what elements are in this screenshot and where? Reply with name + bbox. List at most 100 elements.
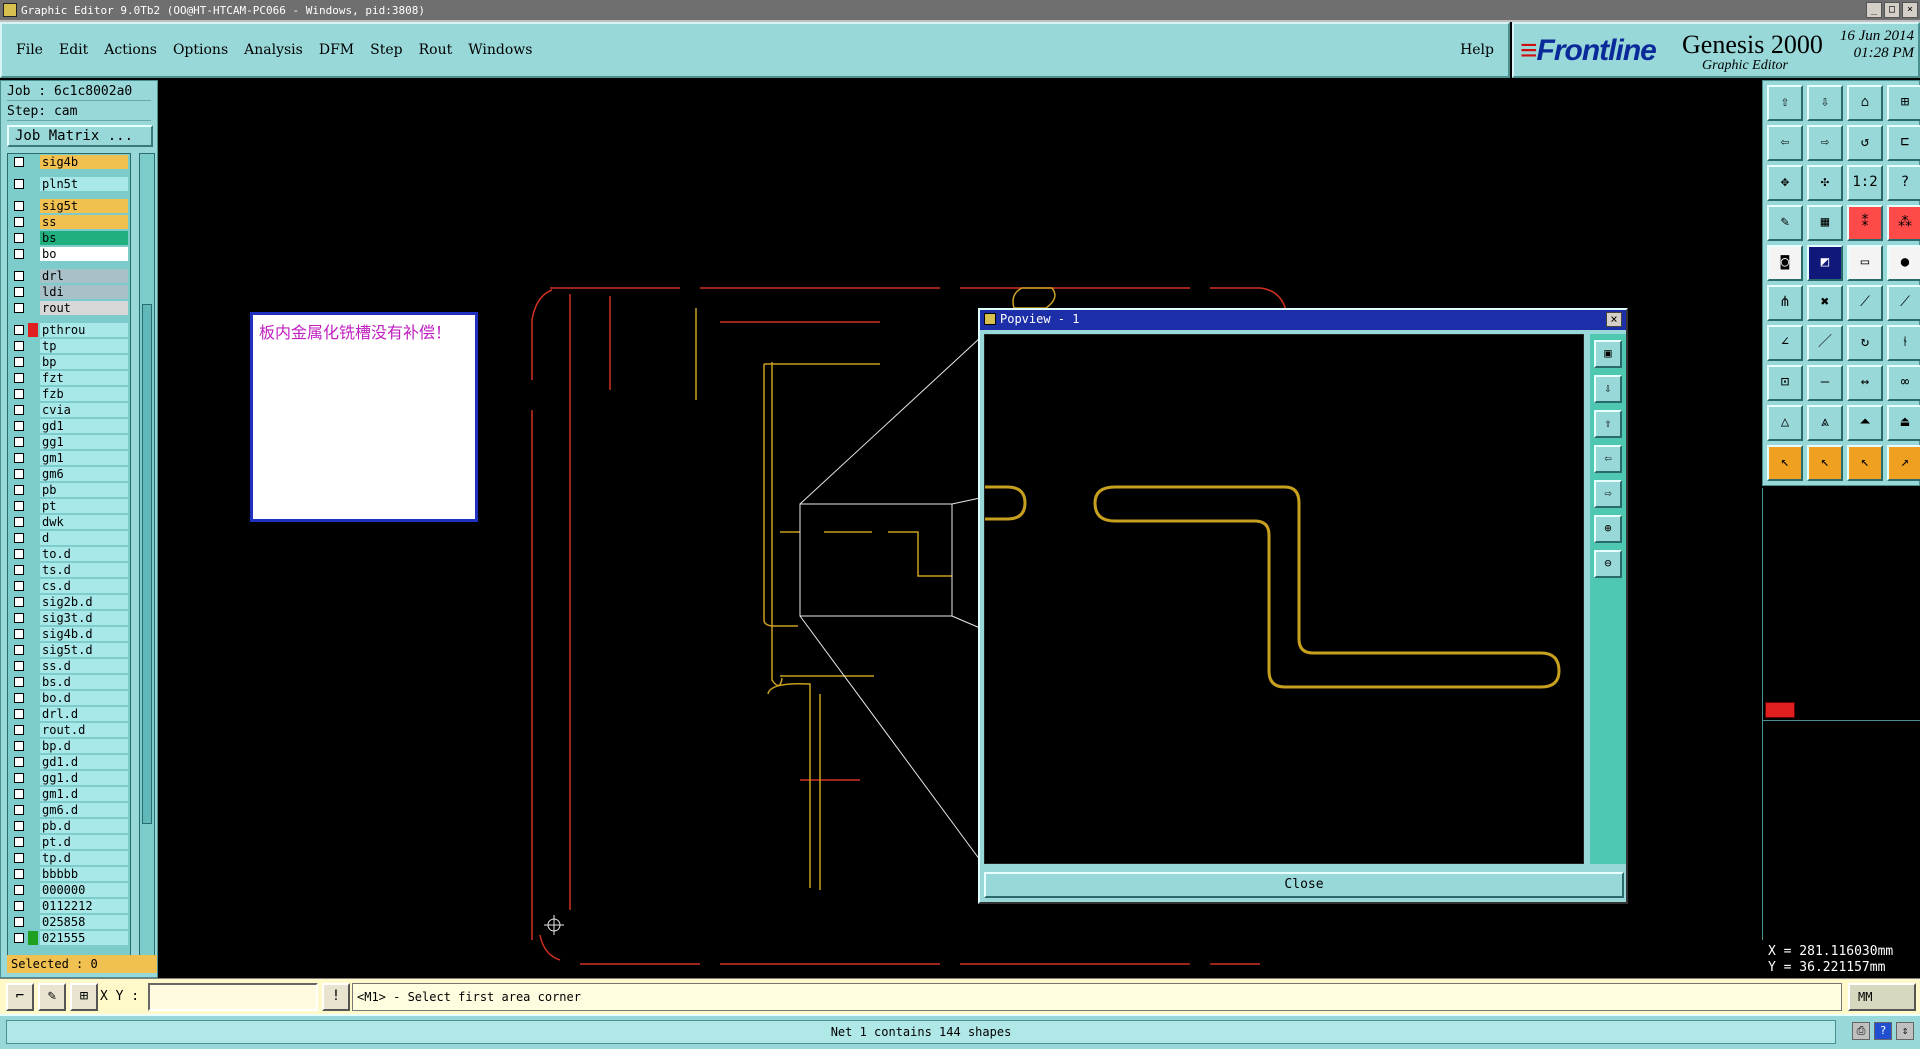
layer-list-scrollbar[interactable] bbox=[139, 153, 155, 961]
layer-name[interactable]: bbbbb bbox=[40, 867, 128, 881]
layer-row[interactable]: bs bbox=[8, 230, 130, 246]
layer-row[interactable]: pb.d bbox=[8, 818, 130, 834]
menu-file[interactable]: File bbox=[16, 42, 43, 58]
layer-row[interactable]: pt bbox=[8, 498, 130, 514]
layer-color-swatch[interactable] bbox=[28, 531, 38, 545]
layer-name[interactable]: gm1.d bbox=[40, 787, 128, 801]
layer-color-swatch[interactable] bbox=[28, 755, 38, 769]
layer-row[interactable]: sig3t.d bbox=[8, 610, 130, 626]
net-icon[interactable]: ⁑ bbox=[1847, 205, 1883, 241]
layer-color-swatch[interactable] bbox=[28, 883, 38, 897]
red-marker-icon[interactable] bbox=[1765, 702, 1795, 718]
draw-mode-icon[interactable]: ⌐ bbox=[6, 983, 34, 1011]
layer-color-swatch[interactable] bbox=[28, 915, 38, 929]
ratio-icon[interactable]: 1:2 bbox=[1847, 165, 1883, 201]
maximize-icon[interactable]: □ bbox=[1884, 2, 1900, 18]
layer-row[interactable]: ss.d bbox=[8, 658, 130, 674]
layer-row[interactable]: sig4b.d bbox=[8, 626, 130, 642]
layer-row[interactable]: rout bbox=[8, 300, 130, 316]
layer-checkbox[interactable] bbox=[14, 287, 24, 297]
layer-checkbox[interactable] bbox=[14, 757, 24, 767]
layer-checkbox[interactable] bbox=[14, 157, 24, 167]
layer-checkbox[interactable] bbox=[14, 437, 24, 447]
layer-checkbox[interactable] bbox=[14, 693, 24, 703]
layer-row[interactable]: ts.d bbox=[8, 562, 130, 578]
layer-checkbox[interactable] bbox=[14, 233, 24, 243]
layer-row[interactable]: ldi bbox=[8, 284, 130, 300]
record-icon[interactable]: ● bbox=[1887, 245, 1920, 281]
job-matrix-button[interactable]: Job Matrix ... bbox=[7, 125, 153, 147]
layer-name[interactable]: 0112212 bbox=[40, 899, 128, 913]
grid-snap-icon[interactable]: ⊞ bbox=[70, 983, 98, 1011]
layer-row[interactable]: sig5t bbox=[8, 198, 130, 214]
layer-checkbox[interactable] bbox=[14, 469, 24, 479]
pointer-select-icon[interactable]: ↖ bbox=[1807, 445, 1843, 481]
layer-row[interactable]: gm1.d bbox=[8, 786, 130, 802]
menu-options[interactable]: Options bbox=[173, 42, 228, 58]
zoom-home-icon[interactable]: ✥ bbox=[1767, 165, 1803, 201]
layer-color-swatch[interactable] bbox=[28, 483, 38, 497]
layer-color-swatch[interactable] bbox=[28, 771, 38, 785]
layer-name[interactable]: bo.d bbox=[40, 691, 128, 705]
layer-checkbox[interactable] bbox=[14, 821, 24, 831]
popview-zoom-fit-icon[interactable]: ⊕ bbox=[1594, 515, 1622, 543]
popview-titlebar[interactable]: Popview - 1 × bbox=[980, 310, 1626, 330]
layer-row[interactable]: gg1.d bbox=[8, 770, 130, 786]
layer-color-swatch[interactable] bbox=[28, 231, 38, 245]
layer-color-swatch[interactable] bbox=[28, 851, 38, 865]
layer-name[interactable]: pb.d bbox=[40, 819, 128, 833]
layer-name[interactable]: ss.d bbox=[40, 659, 128, 673]
layer-checkbox[interactable] bbox=[14, 533, 24, 543]
layer-checkbox[interactable] bbox=[14, 597, 24, 607]
popview-tool-1-icon[interactable]: ▣ bbox=[1594, 340, 1622, 368]
layer-row[interactable]: gm1 bbox=[8, 450, 130, 466]
layer-color-swatch[interactable] bbox=[28, 155, 38, 169]
camera-icon[interactable]: ◙ bbox=[1767, 245, 1803, 281]
layer-checkbox[interactable] bbox=[14, 581, 24, 591]
layer-checkbox[interactable] bbox=[14, 853, 24, 863]
menu-help[interactable]: Help bbox=[1460, 42, 1494, 58]
pointer-circle-icon[interactable]: ↖ bbox=[1847, 445, 1883, 481]
layer-color-swatch[interactable] bbox=[28, 323, 38, 337]
layer-color-swatch[interactable] bbox=[28, 285, 38, 299]
layer-name[interactable]: sig2b.d bbox=[40, 595, 128, 609]
link-alt-icon[interactable]: ⟋ bbox=[1887, 285, 1920, 321]
net-select-icon[interactable]: ⁂ bbox=[1887, 205, 1920, 241]
layer-name[interactable]: bp bbox=[40, 355, 128, 369]
triangle-2-icon[interactable]: ⩓ bbox=[1807, 405, 1843, 441]
layer-name[interactable]: gg1 bbox=[40, 435, 128, 449]
layer-name[interactable]: dwk bbox=[40, 515, 128, 529]
layer-row[interactable]: pb bbox=[8, 482, 130, 498]
layer-row[interactable]: sig4b bbox=[8, 154, 130, 170]
layer-checkbox[interactable] bbox=[14, 453, 24, 463]
layer-color-swatch[interactable] bbox=[28, 247, 38, 261]
layer-row[interactable]: fzt bbox=[8, 370, 130, 386]
connect-icon[interactable]: ⋔ bbox=[1767, 285, 1803, 321]
layer-row[interactable]: cs.d bbox=[8, 578, 130, 594]
layer-row[interactable]: pthrou bbox=[8, 322, 130, 338]
layer-color-swatch[interactable] bbox=[28, 931, 38, 945]
layer-color-swatch[interactable] bbox=[28, 499, 38, 513]
layer-checkbox[interactable] bbox=[14, 179, 24, 189]
pan-icon[interactable]: ✣ bbox=[1807, 165, 1843, 201]
measure-icon[interactable]: ✎ bbox=[1767, 205, 1803, 241]
layer-name[interactable]: ts.d bbox=[40, 563, 128, 577]
layer-color-swatch[interactable] bbox=[28, 371, 38, 385]
layer-color-swatch[interactable] bbox=[28, 387, 38, 401]
layer-name[interactable]: ss bbox=[40, 215, 128, 229]
layer-row[interactable]: bp.d bbox=[8, 738, 130, 754]
layer-checkbox[interactable] bbox=[14, 357, 24, 367]
layer-row[interactable]: rout.d bbox=[8, 722, 130, 738]
info-icon[interactable]: ? bbox=[1874, 1022, 1892, 1040]
up-icon[interactable]: ⇧ bbox=[1767, 85, 1803, 121]
layer-name[interactable]: cs.d bbox=[40, 579, 128, 593]
menu-rout[interactable]: Rout bbox=[419, 42, 453, 58]
layer-checkbox[interactable] bbox=[14, 405, 24, 415]
layer-row[interactable]: gd1 bbox=[8, 418, 130, 434]
layer-checkbox[interactable] bbox=[14, 485, 24, 495]
menu-edit[interactable]: Edit bbox=[59, 42, 88, 58]
layer-name[interactable]: drl.d bbox=[40, 707, 128, 721]
menu-step[interactable]: Step bbox=[370, 42, 402, 58]
layer-name[interactable]: sig4b.d bbox=[40, 627, 128, 641]
snapshot-icon[interactable]: ◩ bbox=[1807, 245, 1843, 281]
